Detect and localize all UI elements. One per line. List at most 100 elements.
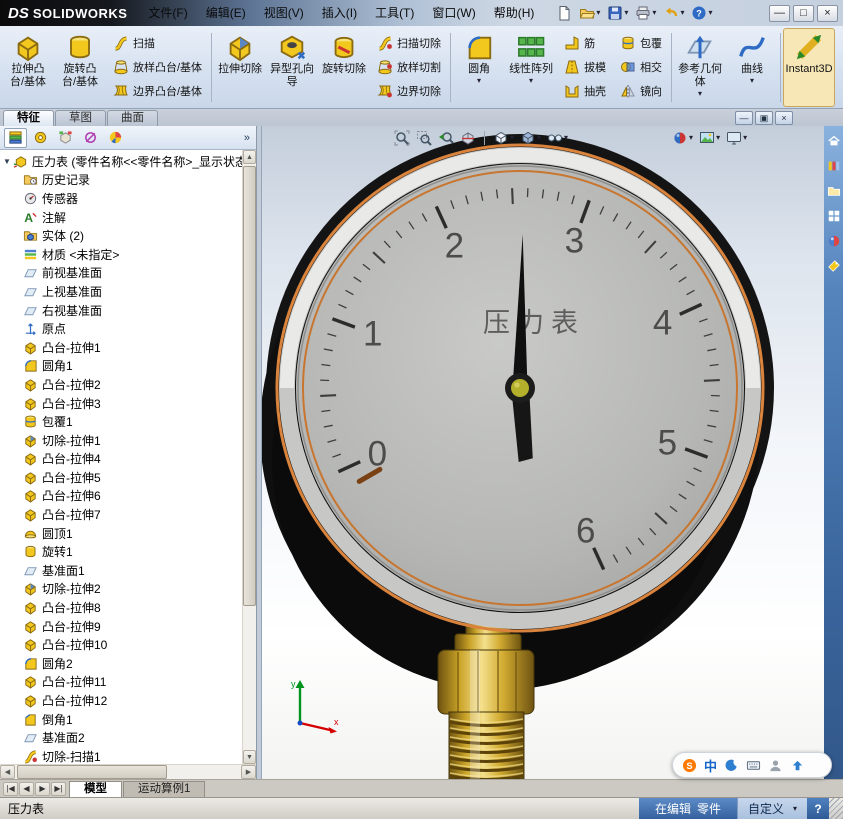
display-style-button[interactable]: ▾ xyxy=(518,128,543,148)
half-moon-icon[interactable] xyxy=(724,758,739,773)
user-icon[interactable] xyxy=(768,758,783,773)
menu-item-6[interactable]: 帮助(H) xyxy=(485,0,544,26)
tree-item-27[interactable]: 凸台-拉伸11 xyxy=(3,673,242,692)
chinese-mode-button[interactable]: 中 xyxy=(704,756,717,775)
ribbon-button-17[interactable]: Instant3D xyxy=(783,28,836,107)
doc-tab-模型[interactable]: 模型 xyxy=(69,780,122,797)
tree-item-4[interactable]: 材质 <未指定> xyxy=(3,245,242,264)
tree-item-23[interactable]: 凸台-拉伸8 xyxy=(3,598,242,617)
doc-minimize-button[interactable]: — xyxy=(735,111,753,125)
tree-item-31[interactable]: 切除-扫描1 xyxy=(3,747,242,764)
tree-item-2[interactable]: A 注解 xyxy=(3,208,242,227)
tree-item-1[interactable]: 传感器 xyxy=(3,189,242,208)
ribbon-button-2-2[interactable]: 边界凸台/基体 xyxy=(109,81,206,101)
menu-item-1[interactable]: 编辑(E) xyxy=(197,0,255,26)
ribbon-button-12-1[interactable]: 相交 xyxy=(616,57,666,77)
tab-nav-button-0[interactable]: |◀ xyxy=(3,781,18,796)
ribbon-button-7-2[interactable]: 边界切除 xyxy=(373,81,445,101)
minimize-button[interactable]: — xyxy=(769,4,790,22)
panel-overflow-chevron[interactable]: » xyxy=(244,132,252,144)
save-button[interactable]: ▾ xyxy=(604,3,631,23)
tab-曲面[interactable]: 曲面 xyxy=(107,110,158,126)
tab-nav-button-3[interactable]: ▶| xyxy=(51,781,66,796)
tree-item-22[interactable]: 切除-拉伸2 xyxy=(3,580,242,599)
tree-item-3[interactable]: 实体 (2) xyxy=(3,226,242,245)
scroll-down-button[interactable]: ▼ xyxy=(243,750,256,764)
ribbon-button-5[interactable]: 异型孔向导 xyxy=(266,28,318,107)
ribbon-button-11-2[interactable]: 抽壳 xyxy=(560,81,610,101)
tree-item-9[interactable]: 凸台-拉伸1 xyxy=(3,338,242,357)
tab-特征[interactable]: 特征 xyxy=(3,110,54,126)
ribbon-button-9[interactable]: 圆角 ▾ xyxy=(453,28,505,107)
tree-item-6[interactable]: 上视基准面 xyxy=(3,282,242,301)
menu-item-5[interactable]: 窗口(W) xyxy=(423,0,484,26)
ribbon-button-11-1[interactable]: 拔模 xyxy=(560,57,610,77)
ribbon-button-2-1[interactable]: 放样凸台/基体 xyxy=(109,57,206,77)
soft-keyboard-icon[interactable] xyxy=(746,758,761,773)
tab-草图[interactable]: 草图 xyxy=(55,110,106,126)
ribbon-button-14[interactable]: 参考几何体 ▾ xyxy=(674,28,726,107)
ribbon-button-12-2[interactable]: 镜向 xyxy=(616,81,666,101)
scrollbar-track[interactable] xyxy=(243,164,256,750)
collapse-caret-icon[interactable]: ▼ xyxy=(3,157,13,166)
tree-item-25[interactable]: 凸台-拉伸10 xyxy=(3,635,242,654)
undo-button[interactable]: ▾ xyxy=(660,3,687,23)
help-button[interactable]: ? ▾ xyxy=(688,3,715,23)
hide-show-items-button[interactable]: ▾ xyxy=(545,128,570,148)
sogou-logo-icon[interactable]: S xyxy=(682,758,697,773)
maximize-button[interactable]: □ xyxy=(793,4,814,22)
ribbon-button-6[interactable]: 旋转切除 xyxy=(318,28,370,107)
resize-grip[interactable] xyxy=(829,798,843,819)
ribbon-button-7-1[interactable]: 放样切割 xyxy=(373,57,445,77)
view-orientation-button[interactable]: ▾ xyxy=(491,128,516,148)
tree-root-item[interactable]: ▼ 压力表 (零件名称<<零件名称>_显示状态 xyxy=(3,152,242,171)
menu-item-3[interactable]: 插入(I) xyxy=(313,0,366,26)
ribbon-button-0[interactable]: 拉伸凸台/基体 xyxy=(2,28,54,107)
tree-item-5[interactable]: 前视基准面 xyxy=(3,264,242,283)
tree-item-30[interactable]: 基准面2 xyxy=(3,728,242,747)
tree-item-8[interactable]: 原点 xyxy=(3,319,242,338)
file-explorer-button[interactable] xyxy=(825,182,842,199)
appearances-pane-button[interactable] xyxy=(825,232,842,249)
ribbon-button-15[interactable]: 曲线 ▾ xyxy=(726,28,778,107)
dimxpertmanager-tab[interactable] xyxy=(79,128,102,148)
zoom-previous-button[interactable] xyxy=(436,128,456,148)
configurationmanager-tab[interactable] xyxy=(54,128,77,148)
skin-up-icon[interactable] xyxy=(790,758,805,773)
ribbon-button-4[interactable]: 拉伸切除 xyxy=(214,28,266,107)
status-custom-toolbar[interactable]: 自定义 ▾ xyxy=(736,798,807,819)
design-library-button[interactable] xyxy=(825,157,842,174)
tree-item-12[interactable]: 凸台-拉伸3 xyxy=(3,394,242,413)
menu-item-2[interactable]: 视图(V) xyxy=(255,0,313,26)
scroll-right-button[interactable]: ▶ xyxy=(241,765,256,779)
apply-scene-button[interactable]: ▾ xyxy=(697,128,722,148)
tree-item-18[interactable]: 凸台-拉伸7 xyxy=(3,505,242,524)
print-button[interactable]: ▾ xyxy=(632,3,659,23)
open-folder-button[interactable]: ▾ xyxy=(576,3,603,23)
ribbon-button-2-0[interactable]: 扫描 xyxy=(109,33,206,53)
doc-close-button[interactable]: × xyxy=(775,111,793,125)
scrollbar-thumb[interactable] xyxy=(17,765,167,779)
tree-item-16[interactable]: 凸台-拉伸5 xyxy=(3,468,242,487)
ribbon-button-12-0[interactable]: 包覆 xyxy=(616,33,666,53)
sw-resources-button[interactable] xyxy=(825,132,842,149)
tree-item-26[interactable]: 圆角2 xyxy=(3,654,242,673)
tree-item-0[interactable]: 历史记录 xyxy=(3,171,242,190)
tree-item-21[interactable]: 基准面1 xyxy=(3,561,242,580)
tree-item-20[interactable]: 旋转1 xyxy=(3,542,242,561)
doc-tab-运动算例1[interactable]: 运动算例1 xyxy=(123,780,206,797)
tree-item-19[interactable]: 圆顶1 xyxy=(3,524,242,543)
tree-item-15[interactable]: 凸台-拉伸4 xyxy=(3,450,242,469)
tree-horizontal-scrollbar[interactable]: ◀ ▶ xyxy=(0,764,256,779)
tree-item-24[interactable]: 凸台-拉伸9 xyxy=(3,617,242,636)
tree-item-14[interactable]: 切除-拉伸1 xyxy=(3,431,242,450)
scrollbar-track[interactable] xyxy=(15,765,241,779)
tree-item-11[interactable]: 凸台-拉伸2 xyxy=(3,375,242,394)
status-help-button[interactable]: ? xyxy=(807,798,829,819)
tab-nav-button-1[interactable]: ◀ xyxy=(19,781,34,796)
tree-item-28[interactable]: 凸台-拉伸12 xyxy=(3,691,242,710)
tree-item-17[interactable]: 凸台-拉伸6 xyxy=(3,487,242,506)
menu-item-4[interactable]: 工具(T) xyxy=(366,0,423,26)
graphics-viewport[interactable]: 0 1 2 3 4 5 6 压力表 ▾ ▾ ▾ ▾ ▾ ▾ yx xyxy=(262,126,824,779)
view-settings-button[interactable]: ▾ xyxy=(724,128,749,148)
